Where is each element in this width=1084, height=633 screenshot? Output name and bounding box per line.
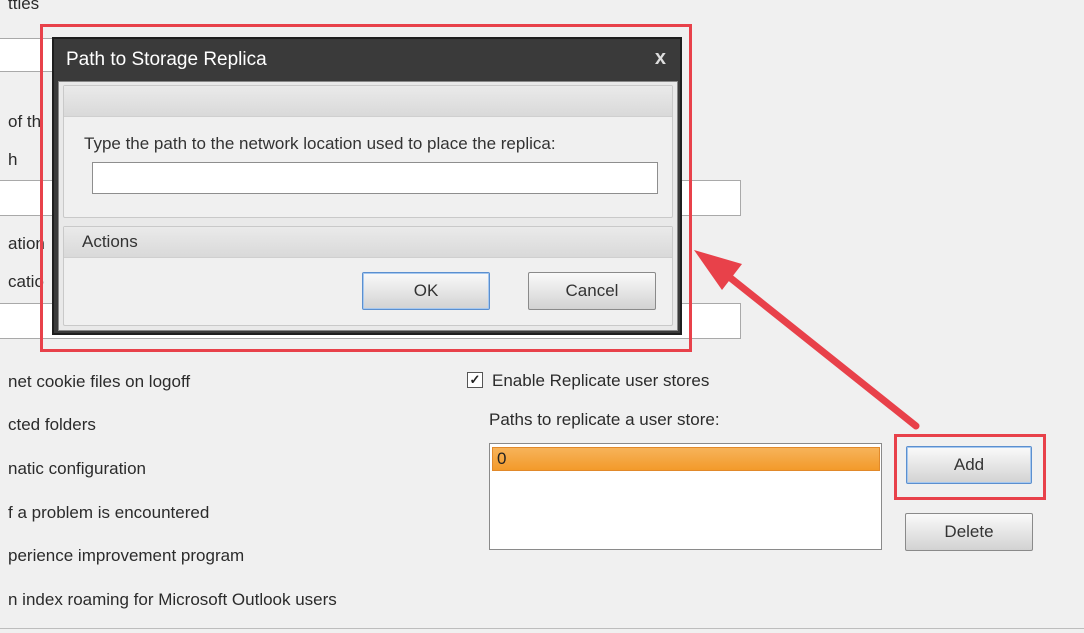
path-dialog: Path to Storage Replica x Type the path … (52, 37, 682, 335)
dialog-title: Path to Storage Replica (66, 49, 267, 70)
actions-header: Actions (64, 227, 672, 258)
dialog-body: Type the path to the network location us… (58, 81, 678, 331)
actions-panel: Actions OK Cancel (63, 226, 673, 326)
path-panel-header (64, 86, 672, 117)
ok-button[interactable]: OK (362, 272, 490, 310)
path-label: Type the path to the network location us… (84, 134, 556, 153)
close-icon[interactable]: x (655, 47, 666, 70)
cancel-button[interactable]: Cancel (528, 272, 656, 310)
path-input[interactable] (92, 162, 658, 194)
path-panel: Type the path to the network location us… (63, 85, 673, 218)
